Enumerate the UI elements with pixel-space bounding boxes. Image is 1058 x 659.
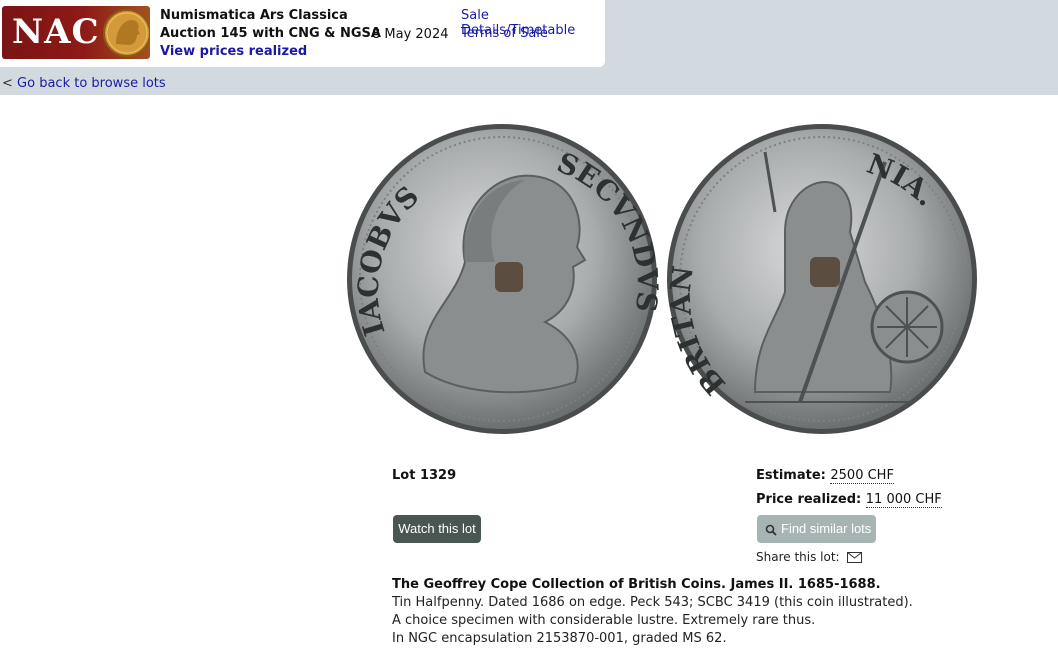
price-realized-value[interactable]: 11 000 CHF [865, 492, 942, 508]
lot-title: The Geoffrey Cope Collection of British … [392, 577, 881, 592]
auction-house-name: Numismatica Ars Classica [160, 8, 348, 23]
search-icon [765, 524, 777, 536]
back-to-lots-link[interactable]: Go back to browse lots [17, 76, 166, 91]
share-label: Share this lot: [756, 550, 840, 564]
estimate-label: Estimate: [756, 468, 826, 483]
view-prices-link[interactable]: View prices realized [160, 44, 307, 59]
mail-icon[interactable] [847, 552, 863, 563]
lot-number: Lot 1329 [392, 468, 457, 483]
estimate-value[interactable]: 2500 CHF [830, 468, 894, 484]
find-similar-label: Find similar lots [781, 521, 872, 536]
coin-image[interactable]: IACOBVS SECVNDVS BRITAN NIA. [345, 122, 985, 437]
logo-text: NAC [12, 12, 100, 52]
estimate: Estimate: 2500 CHF [756, 468, 894, 484]
auction-date: 8 May 2024 [372, 27, 449, 42]
find-similar-button[interactable]: Find similar lots [757, 515, 876, 543]
description-line: A choice specimen with considerable lust… [392, 613, 816, 628]
auction-name: Auction 145 with CNG & NGSA [160, 26, 381, 41]
reverse-coin: BRITAN NIA. [664, 124, 977, 434]
description-line: Tin Halfpenny. Dated 1686 on edge. Peck … [392, 595, 913, 610]
auction-header: NAC Numismatica Ars Classica Auction 145… [0, 0, 605, 67]
breadcrumb: < Go back to browse lots [2, 76, 166, 91]
back-arrow: < [2, 76, 13, 91]
nac-logo[interactable]: NAC [2, 6, 150, 59]
terms-of-sale-link[interactable]: Terms of Sale [461, 26, 548, 41]
obverse-coin: IACOBVS SECVNDVS [347, 124, 664, 434]
price-realized-label: Price realized: [756, 492, 862, 507]
watch-lot-button[interactable]: Watch this lot [393, 515, 481, 543]
price-realized: Price realized: 11 000 CHF [756, 492, 942, 508]
share-lot: Share this lot: [756, 550, 863, 564]
logo-coin-icon [103, 9, 150, 57]
description-line: In NGC encapsulation 2153870-001, graded… [392, 631, 727, 646]
